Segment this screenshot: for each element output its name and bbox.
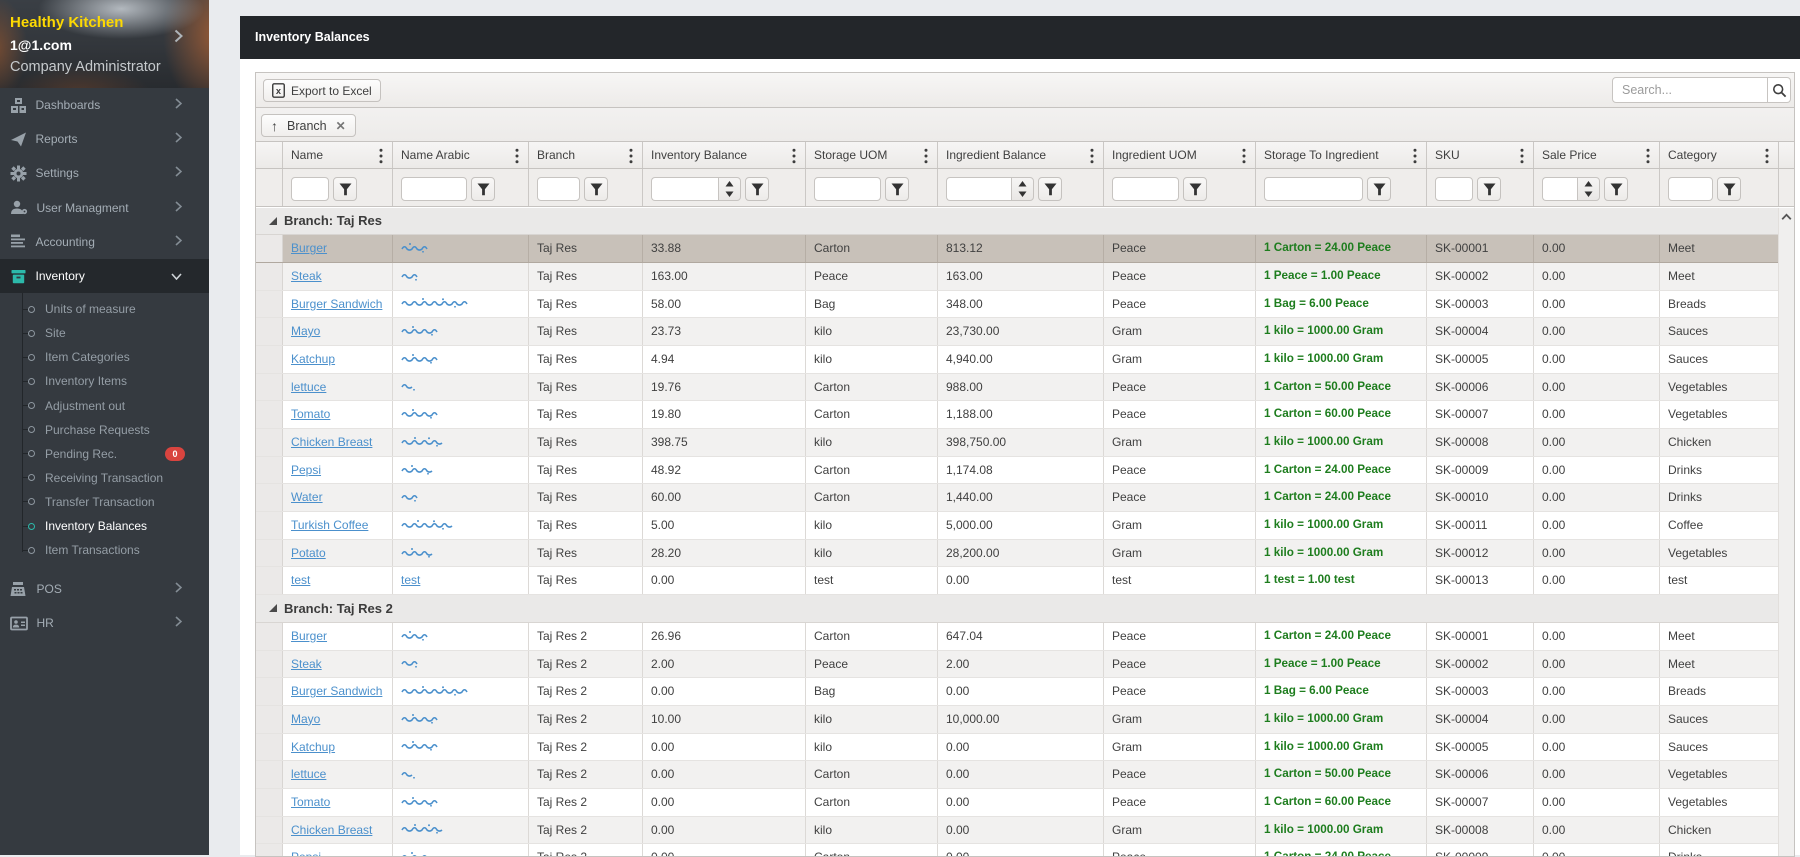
svg-text:x: x — [276, 86, 282, 96]
